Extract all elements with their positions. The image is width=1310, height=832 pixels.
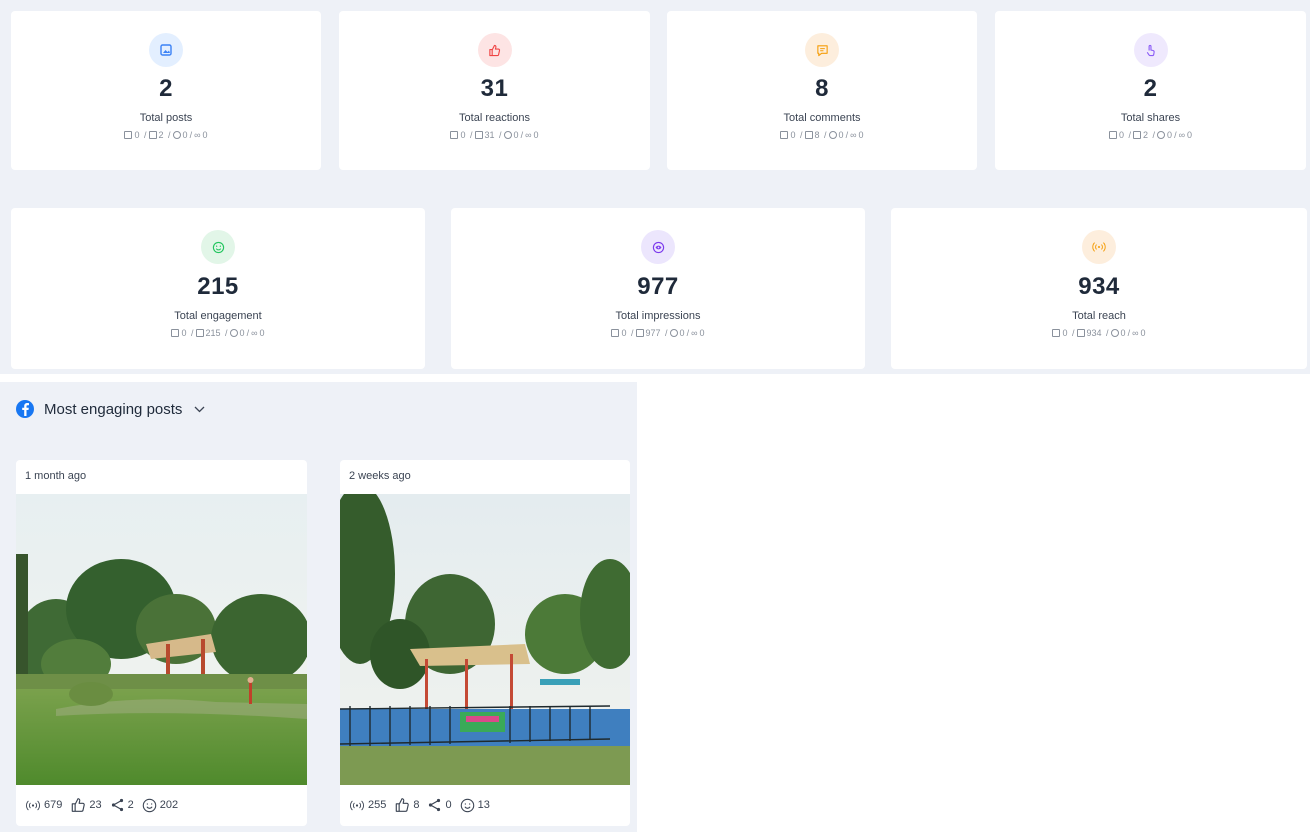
stat-label: Total shares [1120,112,1181,124]
image-icon [780,131,789,139]
stat-card-total-reach[interactable]: 934 Total reach 0 / 934 / 0/ ∞ 0 [891,208,1307,369]
stat-value: 8 [815,75,829,102]
shares-metric: 0 [427,798,452,812]
link-icon: ∞ [1178,130,1185,140]
stat-value: 2 [1143,75,1158,102]
broadcast-icon [26,800,40,810]
link-icon: ∞ [1132,328,1139,338]
stat-breakdown: 0 / 977 / 0/ ∞ 0 [611,328,705,338]
reach-metric: 679 [25,799,62,811]
stat-value: 977 [637,273,679,300]
post-image[interactable] [340,494,630,785]
post-card[interactable]: 1 month ago 679 23 2 202 [16,460,307,826]
stat-card-total-comments[interactable]: 8 Total comments 0 / 8 / 0/ ∞ 0 [667,11,977,170]
post-metrics: 255 8 0 13 [349,797,494,813]
engaging-posts-title: Most engaging posts [44,400,183,418]
stat-card-total-posts[interactable]: 2 Total posts 0 / 2 / 0/ ∞ 0 [11,11,321,170]
image-icon [1133,131,1142,139]
smile-icon [142,798,156,812]
thumbs-up-icon [396,798,410,812]
smile-icon [460,798,474,812]
eye-icon [641,230,675,264]
smile-icon [201,230,235,264]
reactions-metric: 8 [394,797,419,813]
image-icon [1076,329,1085,337]
facebook-icon [16,400,34,418]
stat-label: Total reactions [459,112,530,124]
stat-breakdown: 0 / 8 / 0/ ∞ 0 [780,130,864,140]
engagement-metric: 202 [142,798,178,813]
reactions-metric: 23 [70,797,102,813]
image-icon [804,131,813,139]
link-icon: ∞ [525,130,532,140]
share-hand-icon [1133,33,1168,67]
post-card[interactable]: 2 weeks ago 255 8 0 13 [340,460,630,826]
link-icon: ∞ [850,130,857,140]
image-icon [171,329,180,337]
post-date: 1 month ago [25,470,87,482]
stat-breakdown: 0 / 31 / 0/ ∞ 0 [450,130,539,140]
stat-value: 934 [1078,273,1120,300]
stat-label: Total engagement [174,310,262,322]
engagement-metric: 13 [460,798,490,813]
stat-card-total-reactions[interactable]: 31 Total reactions 0 / 31 / 0/ ∞ 0 [339,11,650,170]
stat-label: Total reach [1072,310,1126,322]
image-icon [1052,329,1061,337]
share-icon [429,798,441,812]
image-icon [195,329,204,337]
engaging-posts-header[interactable]: Most engaging posts [16,400,206,418]
link-icon: ∞ [194,130,201,140]
post-date: 2 weeks ago [349,470,411,482]
link-icon: ∞ [691,328,698,338]
stat-label: Total posts [139,112,193,124]
stat-card-total-engagement[interactable]: 215 Total engagement 0 / 215 / 0/ ∞ 0 [11,208,425,369]
image-icon [474,131,483,139]
stat-breakdown: 0 / 934 / 0/ ∞ 0 [1052,328,1146,338]
stat-breakdown: 0 / 215 / 0/ ∞ 0 [171,328,265,338]
stat-value: 2 [159,75,173,102]
share-icon [111,798,123,812]
chevron-down-icon[interactable] [192,402,206,416]
stats-panel: 2 Total posts 0 / 2 / 0/ ∞ 0 31 Total rea… [0,0,1310,374]
video-icon [828,131,837,139]
image-icon [450,131,459,139]
stat-label: Total comments [783,112,861,124]
stat-breakdown: 0 / 2 / 0/ ∞ 0 [1108,130,1192,140]
stat-value: 31 [480,75,509,102]
image-icon [149,33,183,67]
image-icon [148,131,157,139]
image-icon [1108,131,1117,139]
link-icon: ∞ [251,328,258,338]
comment-icon [805,33,839,67]
video-icon [669,329,678,337]
video-icon [172,131,181,139]
video-icon [229,329,238,337]
image-icon [635,329,644,337]
stat-card-total-shares[interactable]: 2 Total shares 0 / 2 / 0/ ∞ 0 [995,11,1306,170]
reach-metric: 255 [349,799,386,811]
broadcast-icon [350,800,364,810]
video-icon [503,131,512,139]
image-icon [611,329,620,337]
image-icon [124,131,133,139]
video-icon [1157,131,1166,139]
thumbs-up-icon [477,33,512,67]
video-icon [1110,329,1119,337]
stat-breakdown: 0 / 2 / 0/ ∞ 0 [124,130,208,140]
stat-label: Total impressions [615,310,701,322]
post-image[interactable] [16,494,307,785]
engaging-posts-panel: Most engaging posts 1 month ago 679 23 2… [0,382,637,832]
stat-card-total-impressions[interactable]: 977 Total impressions 0 / 977 / 0/ ∞ 0 [451,208,865,369]
broadcast-icon [1082,230,1116,264]
shares-metric: 2 [110,798,134,812]
stat-value: 215 [197,273,239,300]
thumbs-up-icon [72,798,86,812]
post-metrics: 679 23 2 202 [25,797,182,813]
